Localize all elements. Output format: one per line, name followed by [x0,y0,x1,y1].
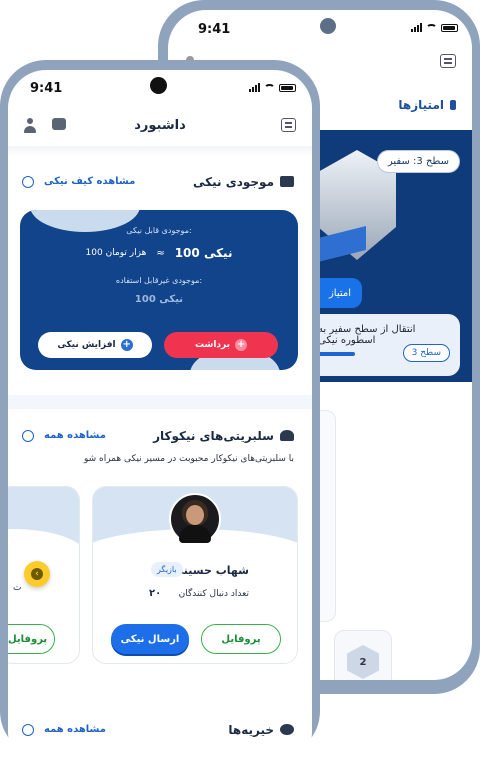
profile-button[interactable]: پروفایل [8,624,55,654]
back-camera-notch [320,18,336,34]
charities-section-header: مشاهده همه خیریه‌ها [8,720,312,742]
celebrity-role-badge: بازیگر [151,562,183,577]
available-balance-row: 100 هزار تومان ≈ 100 نیکی [20,246,298,260]
signal-icon [249,83,260,92]
unused-label: موجودی غیرقابل استفاده: [115,276,203,285]
withdraw-button[interactable]: برداشت + [164,332,278,358]
back-card-edge [318,410,336,622]
badge-icon: 2 [347,645,379,679]
points-button[interactable]: امتیاز [318,278,362,308]
page-title: داشبورد [134,118,186,133]
back-points-title: امتیازها [398,98,444,112]
status-time: 9:41 [30,81,63,96]
front-phone-screen: 9:41 داشبورد مشاهده کیف نیکی موجودی نیکی [8,70,312,757]
points-icon [450,100,456,110]
profile-button[interactable]: پروفایل [201,624,281,654]
status-icons [249,83,296,92]
carousel-arrow-button[interactable]: ‹ [24,561,50,587]
front-phone: 9:41 داشبورد مشاهده کیف نیکی موجودی نیکی [0,60,320,757]
battery-icon [441,23,458,32]
eye-icon[interactable] [22,724,34,736]
charities-section-title: خیریه‌ها [228,723,274,737]
celebrity-name: شهاب حسینی [172,564,249,577]
back-points-header: امتیازها [398,98,456,112]
eye-icon[interactable] [22,430,34,442]
view-wallet-link[interactable]: مشاهده کیف نیکی [44,176,135,187]
wifi-icon [264,83,275,92]
signal-icon [411,23,422,32]
wallet-card: موجودی قابل نیکی: 100 هزار تومان ≈ 100 ن… [20,210,298,370]
back-menu-icon[interactable] [440,54,456,68]
celebrities-section-header: مشاهده همه سلبریتی‌های نیکوکار [8,426,312,448]
plus-icon: + [120,339,133,351]
card-top-decor [8,487,79,589]
wallet-section-title: موجودی نیکی [193,175,274,189]
menu-icon[interactable] [281,118,296,132]
level-progress-text: انتقال از سطح سفیر به اسطوره نیکی [318,324,416,346]
available-toman: 100 هزار تومان [85,248,147,258]
avatar [169,493,221,545]
level-progress-card: انتقال از سطح سفیر به اسطوره نیکی سطح 3 [318,314,460,376]
header-divider [8,146,312,156]
camera-notch [150,77,167,94]
wifi-icon [426,23,437,32]
approx-sign: ≈ [156,247,165,259]
badge-card[interactable]: 2 [334,630,392,680]
increase-button[interactable]: افزایش نیکی + [38,332,152,358]
level-progress-badge: سطح 3 [402,344,450,362]
followers-count: ۲۰ [149,588,162,599]
section-gap [8,395,312,409]
withdraw-label: برداشت [194,340,231,350]
celebrities-section-title: سلبریتی‌های نیکوکار [153,429,274,443]
wallet-icon [280,176,294,187]
app-header: داشبورد [8,108,312,142]
send-nikki-button[interactable]: ارسال نیکی [111,624,189,654]
plus-icon: + [235,339,248,351]
partial-text: ت [13,583,22,593]
celebrity-icon [280,430,294,441]
celebrities-view-all[interactable]: مشاهده همه [44,430,106,441]
eye-icon[interactable] [22,176,34,188]
badge-number: 2 [359,656,367,668]
chevron-left-icon: ‹ [31,568,43,580]
wallet-section-header: مشاهده کیف نیکی موجودی نیکی [8,172,312,194]
stage: 9:41 امتیازها سطح 3: سفیر امتیاز انتقال … [0,0,480,757]
level-pill: سطح 3: سفیر [376,150,460,173]
charities-view-all[interactable]: مشاهده همه [44,724,106,735]
increase-label: افزایش نیکی [57,340,116,350]
back-status-time: 9:41 [198,22,231,37]
back-status-icons [411,23,458,32]
heart-icon [280,724,294,735]
followers-label: تعداد دنبال کنندگان [178,589,249,599]
celebrity-card[interactable]: شهاب حسینی بازیگر تعداد دنبال کنندگان ۲۰… [92,486,298,664]
unused-amount: 100 نیکی [134,294,184,305]
battery-icon [279,83,296,92]
level-progress-bar [318,352,355,356]
available-amount: 100 نیکی [174,246,233,260]
available-label: موجودی قابل نیکی: [126,226,192,235]
celebrities-subtitle: با سلبریتی‌های نیکوکار محبوبت در مسیر نی… [83,454,294,464]
